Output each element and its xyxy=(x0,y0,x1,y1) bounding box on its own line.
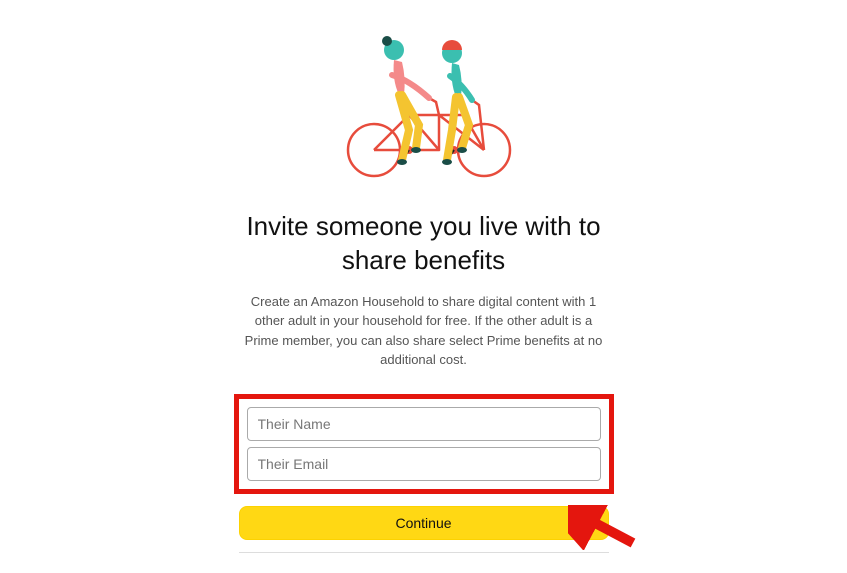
invite-form-container: Invite someone you live with to share be… xyxy=(214,20,634,553)
divider-line xyxy=(239,552,609,553)
continue-button[interactable]: Continue xyxy=(239,506,609,540)
their-name-input[interactable] xyxy=(247,407,601,441)
their-email-input[interactable] xyxy=(247,447,601,481)
page-heading: Invite someone you live with to share be… xyxy=(214,210,634,278)
input-highlight-box xyxy=(234,394,614,494)
page-description: Create an Amazon Household to share digi… xyxy=(214,292,634,370)
tandem-bicycle-illustration xyxy=(324,20,524,180)
